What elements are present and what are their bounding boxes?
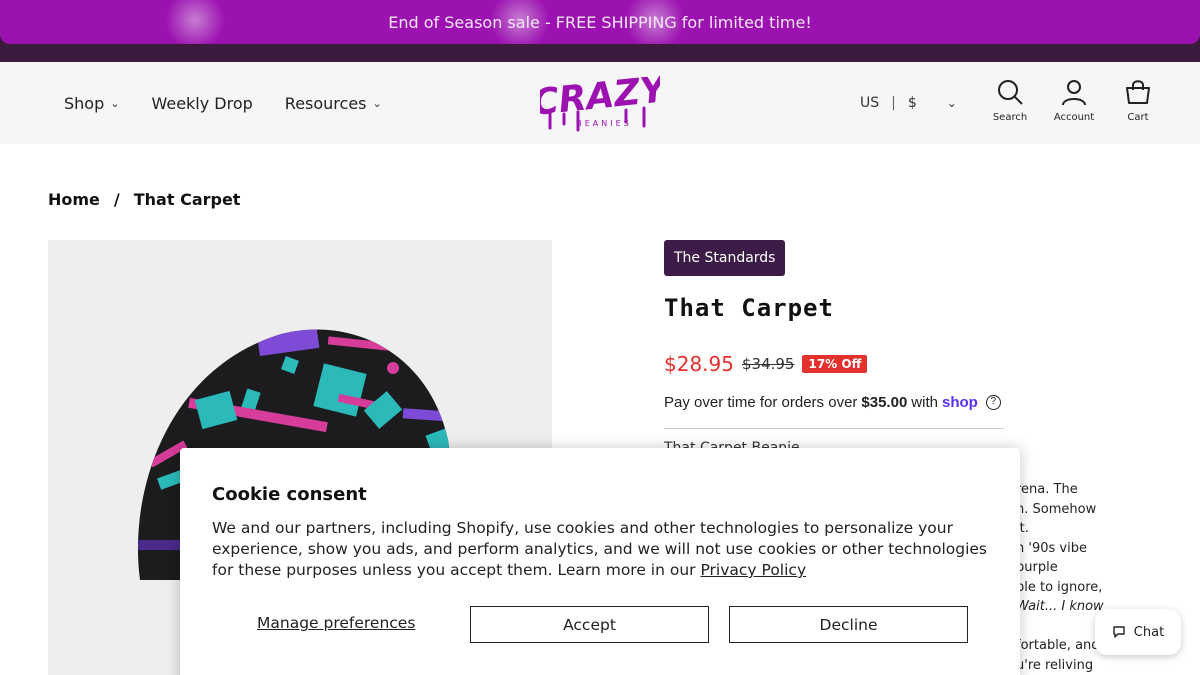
help-icon[interactable]: ? bbox=[985, 395, 1001, 410]
description-line: it. bbox=[1016, 521, 1029, 536]
cart-button[interactable]: Cart bbox=[1118, 78, 1158, 123]
search-label: Search bbox=[992, 112, 1028, 123]
privacy-policy-link[interactable]: Privacy Policy bbox=[700, 561, 806, 579]
installments-amount: $35.00 bbox=[861, 394, 908, 411]
chat-icon bbox=[1113, 626, 1125, 638]
nav-weekly-drop-label: Weekly Drop bbox=[151, 93, 253, 113]
user-icon bbox=[1062, 80, 1086, 106]
chevron-down-icon: ⌄ bbox=[110, 96, 120, 110]
sale-price: $28.95 bbox=[664, 352, 734, 376]
installments-info: Pay over time for orders over $35.00 wit… bbox=[664, 394, 1001, 411]
country-code: US bbox=[860, 95, 880, 111]
header-icons: Search Account Cart bbox=[990, 78, 1158, 123]
breadcrumb: Home / That Carpet bbox=[48, 190, 240, 209]
cookie-title: Cookie consent bbox=[212, 484, 367, 505]
manage-preferences-link[interactable]: Manage preferences bbox=[257, 614, 415, 632]
description-line: ble to ignore, bbox=[1016, 579, 1103, 595]
account-button[interactable]: Account bbox=[1054, 78, 1094, 123]
nav-resources[interactable]: Resources ⌄ bbox=[285, 94, 382, 113]
chevron-down-icon: ⌄ bbox=[372, 96, 382, 110]
installments-with: with bbox=[911, 394, 938, 411]
search-button[interactable]: Search bbox=[990, 78, 1030, 123]
breadcrumb-current: That Carpet bbox=[133, 190, 241, 209]
decline-button[interactable]: Decline bbox=[729, 606, 968, 643]
currency-symbol: $ bbox=[907, 95, 917, 111]
search-icon bbox=[998, 80, 1023, 105]
price-row: $28.95 $34.95 17% Off bbox=[664, 352, 868, 376]
logo-text: CRAZY bbox=[540, 69, 660, 124]
collection-tag[interactable]: The Standards bbox=[664, 240, 786, 276]
nav-shop[interactable]: Shop ⌄ bbox=[64, 94, 119, 113]
nav-weekly-drop[interactable]: Weekly Drop bbox=[151, 94, 252, 113]
breadcrumb-separator: / bbox=[113, 190, 120, 209]
discount-badge: 17% Off bbox=[802, 355, 868, 373]
decorative-glow bbox=[165, 0, 225, 44]
cookie-consent-dialog: Cookie consent We and our partners, incl… bbox=[180, 448, 1020, 675]
account-label: Account bbox=[1053, 112, 1095, 123]
description-line: u're reliving bbox=[1016, 657, 1094, 673]
site-header: Shop ⌄ Weekly Drop Resources ⌄ CRAZY BEA… bbox=[0, 62, 1200, 144]
locale-selector[interactable]: US | $ ⌄ bbox=[860, 62, 957, 144]
shop-pay-logo: shop bbox=[941, 394, 978, 411]
announcement-text: End of Season sale - FREE SHIPPING for l… bbox=[388, 12, 812, 32]
description-line: n. Somehow bbox=[1016, 501, 1097, 517]
installments-prefix: Pay over time for orders over bbox=[664, 394, 858, 411]
crazy-beanies-logo[interactable]: CRAZY BEANIES bbox=[540, 68, 660, 136]
cookie-body-text: We and our partners, including Shopify, … bbox=[212, 519, 988, 579]
nav-resources-label: Resources bbox=[284, 93, 367, 113]
chevron-down-icon: ⌄ bbox=[946, 96, 957, 110]
announcement-bar: End of Season sale - FREE SHIPPING for l… bbox=[0, 0, 1200, 44]
main-nav: Shop ⌄ Weekly Drop Resources ⌄ bbox=[64, 62, 414, 144]
product-title: That Carpet bbox=[664, 294, 834, 322]
chat-button[interactable]: Chat bbox=[1095, 609, 1181, 655]
nav-shop-label: Shop bbox=[64, 93, 105, 113]
cart-icon bbox=[1126, 80, 1150, 104]
logo-subtext: BEANIES bbox=[576, 119, 632, 128]
cart-label: Cart bbox=[1127, 112, 1149, 123]
accept-button[interactable]: Accept bbox=[470, 606, 709, 643]
compare-price: $34.95 bbox=[741, 355, 795, 373]
description-line: purple bbox=[1016, 560, 1058, 575]
locale-separator: | bbox=[891, 95, 896, 111]
description-line: n '90s vibe bbox=[1016, 540, 1087, 556]
breadcrumb-home[interactable]: Home bbox=[48, 190, 100, 209]
chat-label: Chat bbox=[1133, 624, 1165, 640]
announcement-strip: End of Season sale - FREE SHIPPING for l… bbox=[0, 0, 1200, 62]
cookie-body: We and our partners, including Shopify, … bbox=[212, 518, 992, 581]
description-line: rena. The bbox=[1016, 482, 1078, 497]
divider bbox=[664, 428, 1004, 429]
